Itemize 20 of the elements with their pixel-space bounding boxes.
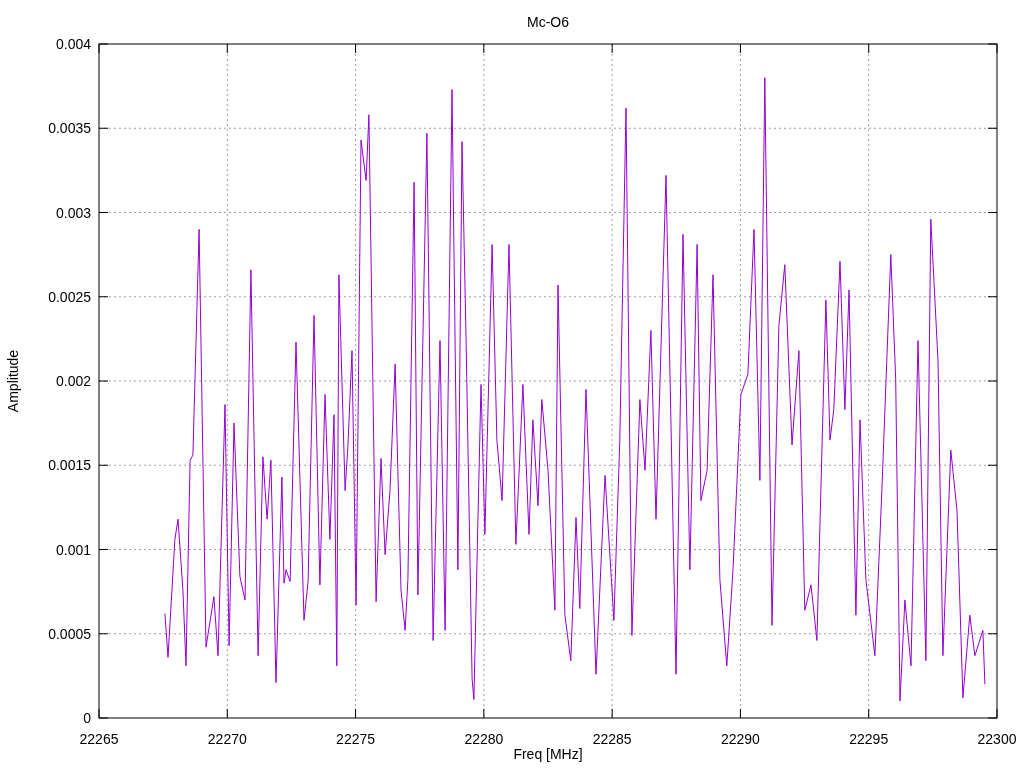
y-tick-label: 0.0005 bbox=[48, 625, 91, 642]
x-tick-label: 22300 bbox=[977, 731, 1017, 747]
y-tick-label: 0.002 bbox=[55, 373, 91, 389]
x-tick-label: 22275 bbox=[336, 731, 376, 747]
y-tick-label: 0 bbox=[83, 710, 91, 726]
x-tick-label: 22295 bbox=[849, 731, 889, 747]
y-tick-label: 0.001 bbox=[55, 541, 91, 558]
y-tick-label: 0.004 bbox=[55, 36, 91, 52]
x-tick-label: 22265 bbox=[79, 731, 119, 747]
x-tick-label: 22285 bbox=[592, 731, 632, 747]
y-tick-label: 0.0035 bbox=[48, 120, 91, 137]
y-tick-label: 0.0015 bbox=[48, 457, 91, 474]
x-tick-label: 22290 bbox=[720, 731, 760, 747]
x-tick-label: 22280 bbox=[464, 731, 504, 747]
x-tick-label: 22270 bbox=[207, 731, 247, 747]
y-axis-label: Amplitude bbox=[5, 349, 21, 413]
x-axis-label: Freq [MHz] bbox=[513, 746, 583, 762]
y-tick-label: 0.003 bbox=[55, 204, 91, 221]
chart-title: Mc-O6 bbox=[527, 14, 569, 30]
y-tick-label: 0.0025 bbox=[48, 288, 91, 305]
